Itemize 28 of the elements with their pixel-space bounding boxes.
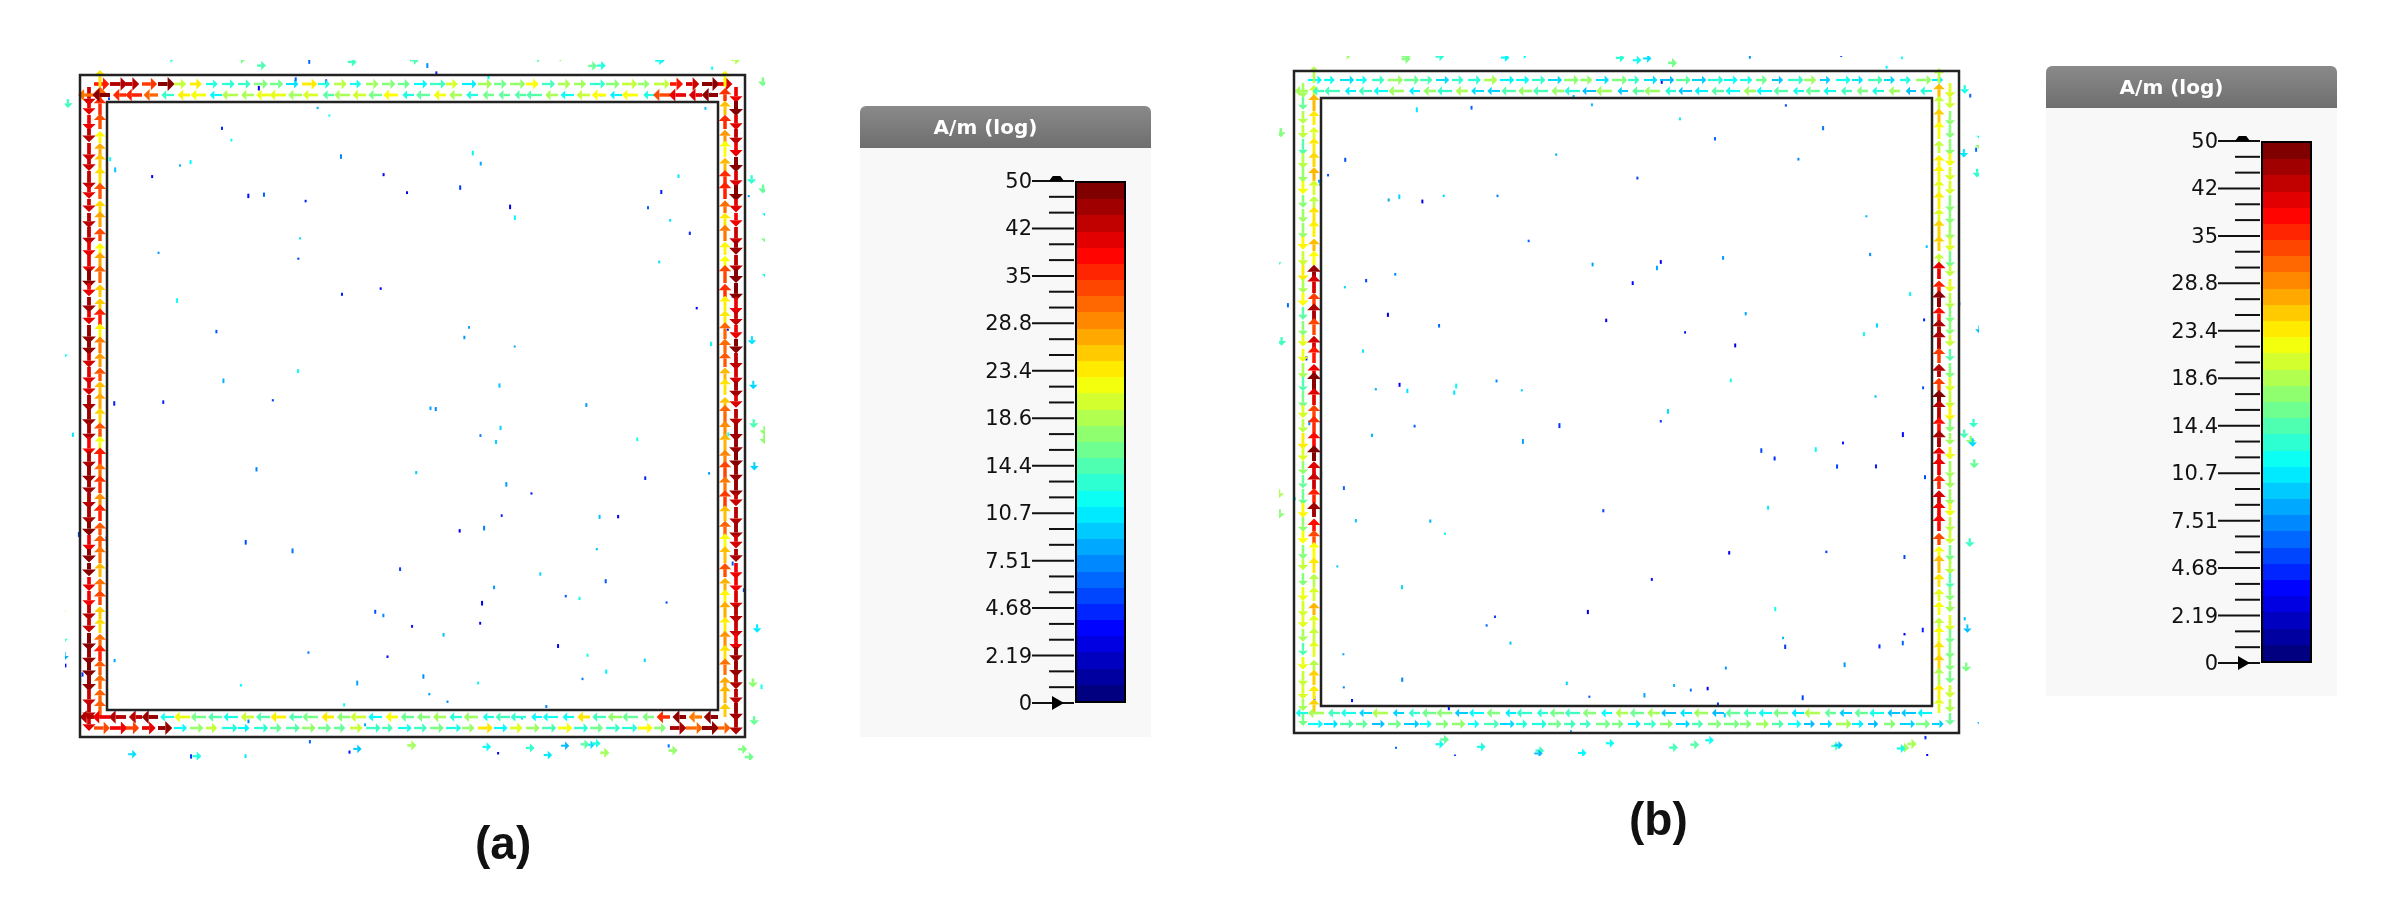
scale-label: 42 xyxy=(2191,176,2218,201)
scale-label: 18.6 xyxy=(2171,366,2218,391)
scale-label: 4.68 xyxy=(2171,556,2218,581)
scale-label: 2.19 xyxy=(2171,603,2218,628)
scale-label: 35 xyxy=(2191,223,2218,248)
scale-label: 23.4 xyxy=(2171,318,2218,343)
scale-label: 42 xyxy=(1005,216,1032,241)
scale-label: 28.8 xyxy=(985,311,1032,336)
scale-label: 10.7 xyxy=(985,501,1032,526)
scale-label: 7.51 xyxy=(2171,508,2218,533)
scale-label: 2.19 xyxy=(985,643,1032,668)
scale-label: 14.4 xyxy=(2171,413,2218,438)
scale-label: 50 xyxy=(1005,169,1032,193)
figure-caption: (a) xyxy=(475,818,533,868)
legend-title: A/m (log) xyxy=(2046,66,2337,108)
scale-label: 50 xyxy=(2191,129,2218,153)
scale-label: 18.6 xyxy=(985,406,1032,431)
scale-label: 0 xyxy=(2204,651,2218,675)
scale-label: 23.4 xyxy=(985,358,1032,383)
scale-label: 7.51 xyxy=(985,548,1032,573)
scale-label: 14.4 xyxy=(985,453,1032,478)
scale-label: 35 xyxy=(1005,263,1032,288)
figure-caption: (b) xyxy=(1629,794,1689,844)
scale-label: 10.7 xyxy=(2171,461,2218,486)
scale-label: 0 xyxy=(1018,691,1032,715)
legend-title: A/m (log) xyxy=(860,106,1151,148)
scale-label: 28.8 xyxy=(2171,271,2218,296)
scale-label: 4.68 xyxy=(985,596,1032,621)
